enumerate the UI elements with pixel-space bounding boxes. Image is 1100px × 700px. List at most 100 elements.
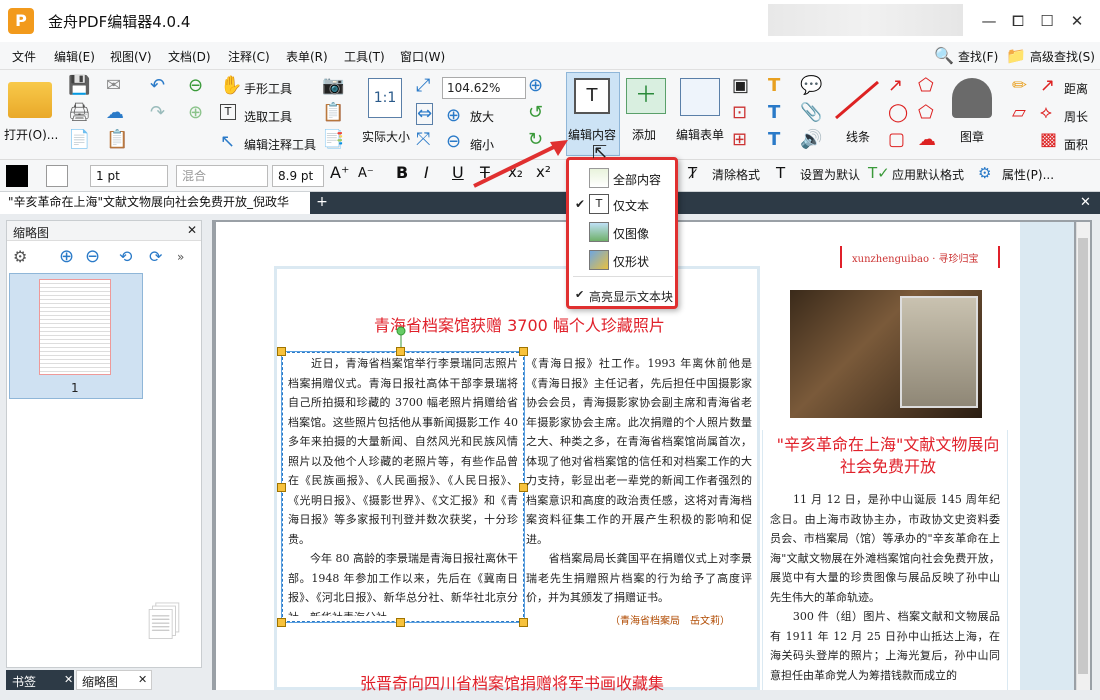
- line-width-select[interactable]: 1 pt: [90, 165, 168, 187]
- resize-handle[interactable]: [519, 618, 528, 627]
- font-grow-icon[interactable]: A⁺: [330, 163, 349, 182]
- print-icon[interactable]: 🖨: [68, 103, 91, 123]
- redo-icon[interactable]: ↷: [150, 103, 165, 123]
- new-doc-icon[interactable]: 📋: [106, 130, 128, 150]
- italic-button[interactable]: I: [424, 163, 429, 182]
- stamp-button[interactable]: 图章: [960, 128, 984, 145]
- undo-icon[interactable]: ↶: [150, 76, 165, 96]
- menu-tools[interactable]: 工具(T): [344, 48, 385, 65]
- document-tab[interactable]: "辛亥革命在上海"文献文物展向社会免费开放_倪政华: [0, 192, 310, 214]
- resize-handle[interactable]: [277, 347, 286, 356]
- advanced-find-button[interactable]: 高级查找(S): [1030, 48, 1095, 65]
- menu-form[interactable]: 表单(R): [286, 48, 328, 65]
- text-field-icon[interactable]: ▣: [732, 76, 749, 96]
- cloud-icon[interactable]: ☁: [106, 103, 124, 123]
- email-icon[interactable]: ✉: [106, 76, 121, 96]
- maximize-button[interactable]: ☐: [1033, 8, 1061, 34]
- minimize-button[interactable]: —: [975, 8, 1003, 34]
- zoom-plus-icon[interactable]: ⊕: [528, 76, 543, 96]
- open-folder-icon[interactable]: [8, 82, 52, 118]
- strikeout-text-icon[interactable]: T: [768, 103, 780, 123]
- font-size-select[interactable]: 8.9 pt: [272, 165, 324, 187]
- menu-view[interactable]: 视图(V): [110, 48, 152, 65]
- line-tool-icon[interactable]: [832, 78, 882, 122]
- edit-annotation-button[interactable]: 编辑注释工具: [244, 136, 316, 153]
- save-icon[interactable]: 💾: [68, 76, 90, 96]
- fit-page-icon[interactable]: ⤢: [416, 76, 430, 96]
- rotate-ccw-icon[interactable]: ↺: [528, 103, 543, 123]
- resize-handle[interactable]: [277, 483, 286, 492]
- scrollbar-thumb[interactable]: [1078, 238, 1088, 674]
- resize-handle[interactable]: [396, 618, 405, 627]
- apply-default-button[interactable]: 应用默认格式: [892, 166, 964, 183]
- perimeter-button[interactable]: 周长: [1064, 108, 1088, 125]
- menu-edit[interactable]: 编辑(E): [54, 48, 95, 65]
- callout-icon[interactable]: ⊞: [732, 130, 747, 150]
- export-icon[interactable]: 📄: [68, 130, 90, 150]
- close-tab-button[interactable]: ✕: [1080, 195, 1091, 210]
- fit-width-icon[interactable]: ⇔: [416, 103, 434, 125]
- actual-size-button[interactable]: 实际大小: [362, 128, 410, 145]
- attachment-icon[interactable]: 📎: [800, 103, 822, 123]
- open-button[interactable]: 打开(O)...: [4, 126, 58, 143]
- back-icon[interactable]: ⊖: [188, 76, 203, 96]
- new-tab-button[interactable]: +: [314, 194, 330, 210]
- camera-icon[interactable]: 📷: [322, 76, 344, 96]
- set-default-button[interactable]: 设置为默认: [800, 166, 860, 183]
- thumb-zoom-out-icon[interactable]: ⊖: [85, 247, 100, 267]
- blend-mode-select[interactable]: 混合: [176, 165, 268, 187]
- text-box-icon[interactable]: ⊡: [732, 103, 747, 123]
- thumbnails-tab[interactable]: 缩略图: [82, 673, 118, 690]
- menu-shape-only[interactable]: 仅形状: [613, 253, 649, 270]
- rectangle-icon[interactable]: ▢: [888, 130, 905, 150]
- more-icon[interactable]: »: [177, 247, 184, 267]
- forward-icon[interactable]: ⊕: [188, 103, 203, 123]
- panel-close-button[interactable]: ✕: [187, 223, 197, 237]
- ellipse-icon[interactable]: ◯: [888, 103, 908, 123]
- line-button[interactable]: 线条: [846, 128, 870, 145]
- hand-tool-button[interactable]: 手形工具: [244, 80, 292, 97]
- bookmarks-tab-close[interactable]: ✕: [64, 673, 73, 686]
- menu-document[interactable]: 文档(D): [168, 48, 211, 65]
- zoom-combo[interactable]: 104.62%: [442, 77, 526, 99]
- add-button[interactable]: 添加: [632, 126, 656, 143]
- menu-window[interactable]: 窗口(W): [400, 48, 445, 65]
- settings-icon[interactable]: ⚙: [13, 247, 27, 267]
- clipboard-icon[interactable]: 📋: [322, 103, 344, 123]
- menu-comment[interactable]: 注释(C): [228, 48, 270, 65]
- close-window-button[interactable]: ✕: [1063, 8, 1091, 34]
- cloud-shape-icon[interactable]: ☁: [918, 130, 936, 150]
- fit-visible-icon[interactable]: ⤧: [416, 130, 430, 150]
- polyline-icon[interactable]: ⬠: [918, 76, 934, 96]
- pencil-icon[interactable]: ✏: [1012, 76, 1027, 96]
- distance-button[interactable]: 距离: [1064, 80, 1088, 97]
- sound-icon[interactable]: 🔊: [800, 130, 822, 150]
- properties-button[interactable]: 属性(P)...: [1002, 166, 1054, 183]
- thumb-zoom-in-icon[interactable]: ⊕: [59, 247, 74, 267]
- page-tool-icon[interactable]: 📑: [322, 130, 344, 150]
- menu-highlight-text-blocks[interactable]: 高亮显示文本块: [589, 288, 673, 305]
- menu-all-content[interactable]: 全部内容: [613, 171, 661, 188]
- highlight-text-icon[interactable]: T: [768, 76, 780, 96]
- bookmarks-tab[interactable]: 书签: [12, 673, 36, 690]
- menu-image-only[interactable]: 仅图像: [613, 225, 649, 242]
- arrow-icon[interactable]: ↗: [888, 76, 903, 96]
- find-button[interactable]: 查找(F): [958, 48, 998, 65]
- select-tool-button[interactable]: 选取工具: [244, 108, 292, 125]
- rotate-left-thumb-icon[interactable]: ⟲: [119, 247, 132, 267]
- stroke-color-swatch[interactable]: [46, 165, 68, 187]
- eraser-icon[interactable]: ▱: [1012, 103, 1026, 123]
- restore-button[interactable]: ⧠: [1004, 8, 1032, 34]
- bold-button[interactable]: B: [396, 163, 408, 182]
- underline-text-icon[interactable]: T: [768, 130, 780, 150]
- thumbnails-tab-close[interactable]: ✕: [138, 673, 147, 686]
- font-shrink-icon[interactable]: A⁻: [358, 166, 374, 181]
- clear-format-button[interactable]: 清除格式: [712, 166, 760, 183]
- underline-button[interactable]: U: [452, 163, 464, 182]
- panel-splitter[interactable]: [202, 220, 210, 690]
- polygon-icon[interactable]: ⬠: [918, 103, 934, 123]
- note-icon[interactable]: 💬: [800, 76, 822, 96]
- area-button[interactable]: 面积: [1064, 136, 1088, 153]
- edit-form-button[interactable]: 编辑表单: [676, 126, 724, 143]
- fill-color-swatch[interactable]: [6, 165, 28, 187]
